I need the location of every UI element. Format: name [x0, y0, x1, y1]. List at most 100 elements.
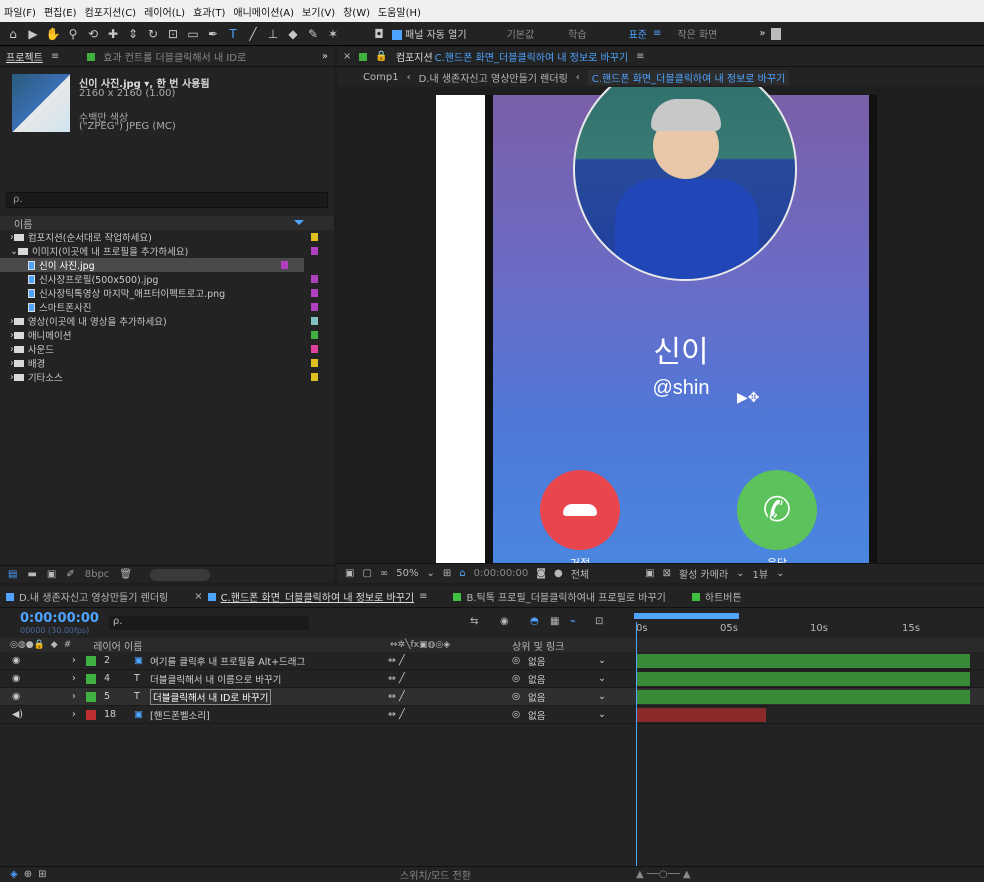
pen-tool-icon[interactable]: ✒: [206, 27, 220, 41]
label-color-swatch[interactable]: [311, 247, 318, 255]
graph-editor-icon[interactable]: ⌁: [570, 616, 576, 627]
project-folder[interactable]: › 기타소스: [0, 370, 334, 384]
expand-arrow-icon[interactable]: ›: [72, 673, 76, 684]
breadcrumb-comp1[interactable]: Comp1: [363, 72, 399, 83]
project-folder[interactable]: ⌄ 이미지(이곳에 내 프로필을 추가하세요): [0, 244, 334, 258]
parent-dropdown-icon[interactable]: ⌄: [598, 691, 606, 702]
selection-tool-icon[interactable]: ▶: [26, 27, 40, 41]
render-time-icon[interactable]: ◈: [10, 869, 18, 880]
type-tool-icon[interactable]: T: [226, 27, 240, 41]
label-color-swatch[interactable]: [311, 233, 318, 241]
panel-auto-open-checkbox[interactable]: 패널 자동 열기: [392, 26, 467, 41]
thumbnail-slider[interactable]: [150, 568, 211, 581]
panel-overflow-icon[interactable]: »: [322, 51, 328, 62]
timeline-timecode[interactable]: 0:00:00:00: [20, 611, 99, 626]
region-of-interest-icon[interactable]: ⌂: [459, 568, 465, 579]
timeline-tab[interactable]: 하트버튼: [691, 589, 742, 604]
project-file[interactable]: 신이 사진.jpg: [0, 258, 304, 272]
menu-item[interactable]: 애니메이션(A): [233, 4, 294, 19]
layer-switches[interactable]: ⇔ ╱: [388, 691, 405, 702]
layer-name[interactable]: [핸드폰벨소리]: [150, 708, 210, 722]
label-color-swatch[interactable]: [86, 674, 96, 684]
resolution-select[interactable]: 전체: [571, 566, 589, 581]
decline-button[interactable]: [540, 470, 620, 550]
bpc-label[interactable]: 8bpc: [85, 569, 110, 580]
interpret-footage-icon[interactable]: ▤: [8, 569, 17, 580]
views-select[interactable]: 1뷰: [753, 566, 769, 581]
draft-3d-icon[interactable]: ◉: [500, 616, 509, 627]
timeline-tab[interactable]: × C.핸드폰 화면_더블클릭하여 내 정보로 바꾸기 ≡: [194, 589, 427, 604]
menu-item[interactable]: 파일(F): [4, 4, 36, 19]
layer-search-input[interactable]: ρ.: [108, 616, 309, 630]
tab-menu-icon[interactable]: ≡: [419, 591, 427, 602]
roto-brush-tool-icon[interactable]: ✎: [306, 27, 320, 41]
hand-tool-icon[interactable]: ✋: [46, 27, 61, 41]
workspace-learn[interactable]: 학습: [568, 26, 586, 41]
orbit-tool-icon[interactable]: ⟲: [86, 27, 100, 41]
label-color-swatch[interactable]: [311, 289, 318, 297]
name-column-header[interactable]: 이름: [0, 216, 334, 231]
accept-button[interactable]: ✆: [737, 470, 817, 550]
timeline-tab[interactable]: D.내 생존자신고 영상만들기 렌더링: [6, 589, 168, 604]
layer-duration-bar[interactable]: [636, 708, 766, 722]
project-settings-icon[interactable]: ✐: [66, 569, 74, 580]
fast-preview-icon[interactable]: ▣: [645, 568, 654, 579]
project-file[interactable]: 신사장틱톡영상 마지막_애프터이펙트로고.png: [0, 286, 334, 300]
comp-canvas[interactable]: 신이 @shin ✆ 거절 응답 ▶✥: [337, 87, 984, 563]
label-color-swatch[interactable]: [311, 331, 318, 339]
zoom-tool-icon[interactable]: ⚲: [66, 27, 80, 41]
label-color-swatch[interactable]: [311, 345, 318, 353]
expand-arrow-icon[interactable]: ›: [72, 655, 76, 666]
snapping-icon[interactable]: ◘: [372, 27, 386, 41]
breadcrumb-render[interactable]: D.내 생존자신고 영상만들기 렌더링: [419, 70, 568, 85]
pan-behind-tool-icon[interactable]: ⊡: [166, 27, 180, 41]
expand-icon[interactable]: ⊕: [24, 869, 32, 880]
viewer-timecode[interactable]: 0:00:00:00: [474, 568, 529, 579]
label-color-swatch[interactable]: [86, 656, 96, 666]
new-folder-icon[interactable]: ▬: [27, 569, 36, 580]
new-composition-icon[interactable]: ▣: [47, 569, 56, 580]
rotate-tool-icon[interactable]: ↻: [146, 27, 160, 41]
parent-select[interactable]: 없음: [528, 690, 545, 704]
menu-item[interactable]: 편집(E): [44, 4, 77, 19]
search-help-icon[interactable]: [771, 27, 782, 40]
workspace-small-screen[interactable]: 작은 화면: [677, 26, 717, 41]
layer-duration-bar[interactable]: [636, 672, 970, 686]
project-search-input[interactable]: ρ.: [6, 192, 328, 208]
menu-item[interactable]: 효과(T): [193, 4, 225, 19]
layer-duration-bar[interactable]: [636, 690, 970, 704]
glasses-icon[interactable]: ∞: [380, 568, 388, 579]
project-file[interactable]: 스마트폰사진: [0, 300, 334, 314]
pickwhip-icon[interactable]: ◎: [512, 709, 520, 720]
layer-switches[interactable]: ⇔ ╱: [388, 709, 405, 720]
viewer-tab-comp[interactable]: C.핸드폰 화면_더블클릭하여 내 정보로 바꾸기: [435, 49, 628, 64]
always-preview-icon[interactable]: ▣: [345, 568, 354, 579]
camera-select[interactable]: 활성 카메라: [679, 566, 728, 581]
work-area-bar[interactable]: [634, 613, 739, 619]
menu-item[interactable]: 창(W): [343, 4, 370, 19]
delete-icon[interactable]: 🗑: [119, 569, 132, 580]
project-folder[interactable]: › 사운드: [0, 342, 334, 356]
workspace-default[interactable]: 기본값: [507, 26, 535, 41]
pan-tool-icon[interactable]: ✚: [106, 27, 120, 41]
layer-name[interactable]: 더블클릭해서 내 ID로 바꾸기: [150, 688, 272, 705]
workspace-overflow-icon[interactable]: »: [759, 28, 765, 39]
label-color-swatch[interactable]: [281, 261, 288, 269]
eraser-tool-icon[interactable]: ◆: [286, 27, 300, 41]
sort-arrow-icon[interactable]: [294, 220, 304, 225]
eye-icon[interactable]: ◉: [12, 691, 20, 702]
chevron-down-icon[interactable]: ⌄: [10, 246, 18, 257]
frame-render-icon[interactable]: ⊞: [38, 869, 46, 880]
eye-icon[interactable]: ◉: [12, 655, 20, 666]
parent-select[interactable]: 없음: [528, 672, 545, 686]
lock-icon[interactable]: 🔒: [375, 51, 387, 62]
motion-blur-icon[interactable]: ◓: [530, 616, 539, 627]
pickwhip-icon[interactable]: ◎: [512, 655, 520, 666]
parent-dropdown-icon[interactable]: ⌄: [598, 655, 606, 666]
project-folder[interactable]: › 영상(이곳에 내 영상을 추가하세요): [0, 314, 334, 328]
label-color-swatch[interactable]: [311, 359, 318, 367]
project-folder[interactable]: › 배경: [0, 356, 334, 370]
expand-arrow-icon[interactable]: ›: [72, 709, 76, 720]
timeline-tab[interactable]: B.틱톡 프로필_더블클릭하여내 프로필로 바꾸기: [453, 589, 666, 604]
tab-project[interactable]: 프로젝트: [6, 49, 43, 64]
